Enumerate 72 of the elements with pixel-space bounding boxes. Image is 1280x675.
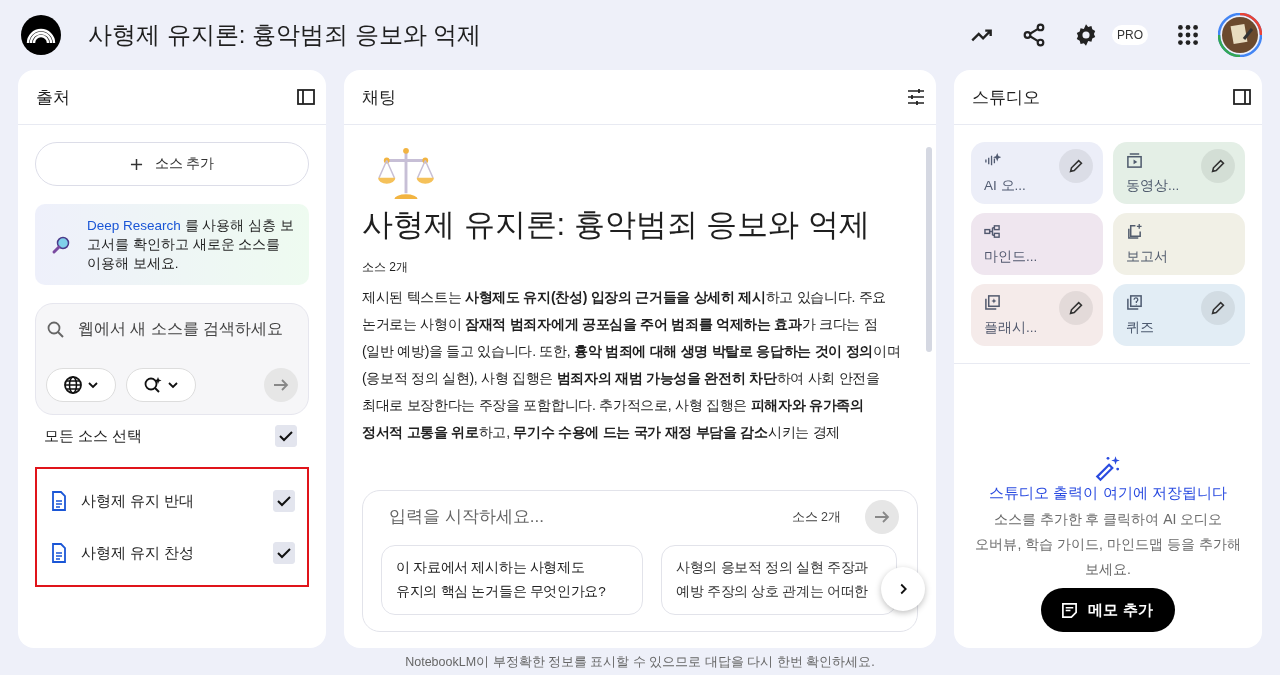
video-icon — [1126, 151, 1143, 169]
studio-tile[interactable]: 마인드... — [971, 213, 1103, 275]
pro-badge: PRO — [1112, 25, 1148, 45]
add-source-button[interactable]: 소스 추가 — [35, 142, 309, 186]
panel-toggle-icon[interactable] — [296, 87, 316, 107]
plus-icon — [129, 157, 143, 171]
magnifier-icon — [51, 234, 71, 255]
logo-icon[interactable] — [21, 15, 61, 55]
search-box[interactable]: 웹에서 새 소스를 검색하세요 — [35, 303, 309, 415]
tile-label: 보고서 — [1126, 247, 1168, 266]
panel-toggle-icon[interactable] — [1232, 87, 1252, 107]
quiz-icon — [1126, 293, 1143, 311]
pencil-icon — [1209, 157, 1227, 175]
share-icon[interactable] — [1021, 22, 1047, 48]
source-count: 소스 2개 — [791, 508, 841, 526]
studio-tile[interactable]: 플래시... — [971, 284, 1103, 346]
cards-icon — [984, 293, 1001, 311]
checkbox[interactable] — [273, 542, 295, 564]
notebook-heading: 사형제 유지론: 흉악범죄 응보와 억제 — [362, 206, 872, 244]
suggestion-chip[interactable]: 사형의 응보적 정의 실현 주장과 예방 주장의 상호 관계는 어떠한 — [661, 545, 897, 615]
studio-tile[interactable]: 퀴즈 — [1113, 284, 1245, 346]
checkbox[interactable] — [275, 425, 297, 447]
pencil-icon — [1067, 157, 1085, 175]
studio-tile[interactable]: AI 오... — [971, 142, 1103, 204]
magic-wand-icon — [1094, 454, 1122, 482]
tile-label: 동영상... — [1126, 176, 1180, 195]
pencil-icon — [1209, 299, 1227, 317]
studio-tile[interactable]: 보고서 — [1113, 213, 1245, 275]
source-count: 소스 2개 — [362, 260, 408, 274]
tune-icon[interactable] — [906, 87, 926, 107]
edit-button[interactable] — [1201, 291, 1235, 325]
document-icon — [51, 543, 67, 563]
pencil-icon — [1067, 299, 1085, 317]
summary-paragraph: 제시된 텍스트는 사형제도 유지(찬성) 입장의 근거들을 상세히 제시하고 있습니다. 주요 논거로는 사형이 잠재적 범죄자에게 공포심을 주어 범죄를 억제하는 효과가 크다는 점(일반 예방)을 들고 있습니다. 또한, 흉악 범죄에 대해 생명 박탈로 응답하는 것이 정의이며(응보적 정의 실현), 사형 집행은 범죄자의 재범 가능성을 완전히 차단하여 사회 안전을 최대로 보장한다는 주장을 포함합니다. 추가적으로, 사형 집행은 피해자와 유가족의 정서적 고통을 위로하고, 무기수 수용에 드는 국가 재정 부담을 감소시키는 경제 — [362, 288, 902, 442]
edit-button[interactable] — [1059, 149, 1093, 183]
document-icon — [1126, 222, 1143, 240]
suggestion-chip[interactable]: 이 자료에서 제시하는 사형제도 유지의 핵심 논거들은 무엇인가요? — [381, 545, 643, 615]
tile-label: 플래시... — [984, 318, 1038, 337]
empty-state-title: 스튜디오 출력이 여기에 저장됩니다 — [989, 484, 1227, 503]
panel-title: 스튜디오 — [972, 86, 1040, 109]
send-button[interactable] — [865, 500, 899, 534]
mindmap-icon — [984, 222, 1001, 240]
note-icon — [1061, 601, 1079, 619]
tile-label: 마인드... — [984, 247, 1038, 266]
submit-button[interactable] — [264, 368, 298, 402]
studio-tile[interactable]: 동영상... — [1113, 142, 1245, 204]
web-source-dropdown[interactable] — [46, 368, 116, 402]
tile-label: 퀴즈 — [1126, 318, 1154, 337]
scrollbar[interactable] — [926, 147, 932, 352]
select-all-label: 모든 소스 선택 — [44, 426, 143, 446]
panel-title: 채팅 — [362, 86, 396, 109]
notebook-title[interactable]: 사형제 유지론: 흉악범죄 응보와 억제 — [88, 19, 482, 51]
globe-icon — [61, 375, 101, 395]
scales-icon — [376, 147, 436, 201]
source-title[interactable]: 사형제 유지 반대 — [81, 491, 273, 511]
deep-research-text: Deep Research 를 사용해 심층 보고서를 확인하고 새로운 소스를 이용해 보세요. — [87, 217, 295, 273]
add-note-button[interactable]: 메모 추가 — [1041, 588, 1175, 632]
edit-button[interactable] — [1201, 149, 1235, 183]
document-icon — [51, 491, 67, 511]
research-mode-dropdown[interactable] — [126, 368, 196, 402]
panel-title: 출처 — [36, 86, 70, 109]
tile-label: AI 오... — [984, 176, 1026, 195]
source-title[interactable]: 사형제 유지 찬성 — [81, 543, 273, 563]
apps-icon[interactable] — [1175, 22, 1201, 48]
search-icon — [46, 320, 66, 340]
deep-research-link[interactable]: Deep Research — [87, 218, 181, 233]
checkbox[interactable] — [273, 490, 295, 512]
disclaimer-text: NotebookLM이 부정확한 정보를 표시할 수 있으므로 대답을 다시 한번 확인하세요. — [404, 654, 876, 671]
empty-state-text: 소스를 추가한 후 클릭하여 AI 오디오 오버뷰, 학습 가이드, 마인드맵 등을 추가해 보세요. — [974, 510, 1242, 579]
search-field[interactable]: 웹에서 새 소스를 검색하세요 — [78, 316, 298, 368]
avatar[interactable] — [1218, 13, 1262, 57]
edit-button[interactable] — [1059, 291, 1093, 325]
